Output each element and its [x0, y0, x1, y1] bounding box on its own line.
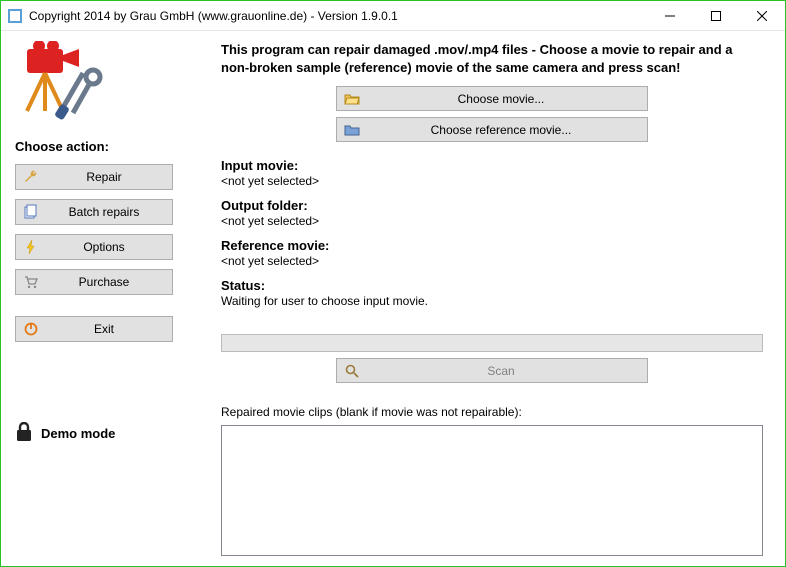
button-label: Choose movie...	[361, 92, 641, 106]
status-label: Status:	[221, 278, 763, 293]
lightning-icon	[22, 238, 40, 256]
output-folder-value: <not yet selected>	[221, 214, 763, 228]
minimize-button[interactable]	[647, 1, 693, 30]
batch-repairs-button[interactable]: Batch repairs	[15, 199, 173, 225]
app-logo	[17, 41, 107, 131]
exit-button[interactable]: Exit	[15, 316, 173, 342]
options-button[interactable]: Options	[15, 234, 173, 260]
main-panel: This program can repair damaged .mov/.mp…	[203, 31, 785, 566]
folder-open-icon	[343, 90, 361, 108]
button-label: Purchase	[42, 275, 166, 289]
lock-icon	[15, 422, 33, 445]
maximize-button[interactable]	[693, 1, 739, 30]
button-label: Repair	[42, 170, 166, 184]
button-label: Exit	[42, 322, 166, 336]
window-title: Copyright 2014 by Grau GmbH (www.grauonl…	[29, 9, 647, 23]
choose-movie-button[interactable]: Choose movie...	[336, 86, 648, 111]
app-icon	[7, 8, 23, 24]
button-label: Scan	[361, 364, 641, 378]
reference-movie-value: <not yet selected>	[221, 254, 763, 268]
titlebar: Copyright 2014 by Grau GmbH (www.grauonl…	[1, 1, 785, 31]
scan-button[interactable]: Scan	[336, 358, 648, 383]
choose-reference-button[interactable]: Choose reference movie...	[336, 117, 648, 142]
results-label: Repaired movie clips (blank if movie was…	[221, 405, 763, 419]
folder-icon	[343, 121, 361, 139]
status-value: Waiting for user to choose input movie.	[221, 294, 763, 308]
sidebar: Choose action: Repair Batch repairs Opti…	[1, 31, 203, 566]
button-label: Options	[42, 240, 166, 254]
input-movie-value: <not yet selected>	[221, 174, 763, 188]
magnifier-icon	[343, 362, 361, 380]
output-folder-label: Output folder:	[221, 198, 763, 213]
close-button[interactable]	[739, 1, 785, 30]
power-icon	[22, 320, 40, 338]
input-movie-label: Input movie:	[221, 158, 763, 173]
wrench-icon	[22, 168, 40, 186]
button-label: Batch repairs	[42, 205, 166, 219]
progress-bar	[221, 334, 763, 352]
intro-text: This program can repair damaged .mov/.mp…	[221, 41, 763, 76]
app-window: Copyright 2014 by Grau GmbH (www.grauonl…	[0, 0, 786, 567]
demo-mode-indicator: Demo mode	[15, 422, 193, 445]
demo-mode-label: Demo mode	[41, 426, 115, 441]
documents-icon	[22, 203, 40, 221]
cart-icon	[22, 273, 40, 291]
purchase-button[interactable]: Purchase	[15, 269, 173, 295]
sidebar-heading: Choose action:	[15, 139, 193, 154]
reference-movie-label: Reference movie:	[221, 238, 763, 253]
repair-button[interactable]: Repair	[15, 164, 173, 190]
button-label: Choose reference movie...	[361, 123, 641, 137]
window-buttons	[647, 1, 785, 30]
results-list[interactable]	[221, 425, 763, 556]
